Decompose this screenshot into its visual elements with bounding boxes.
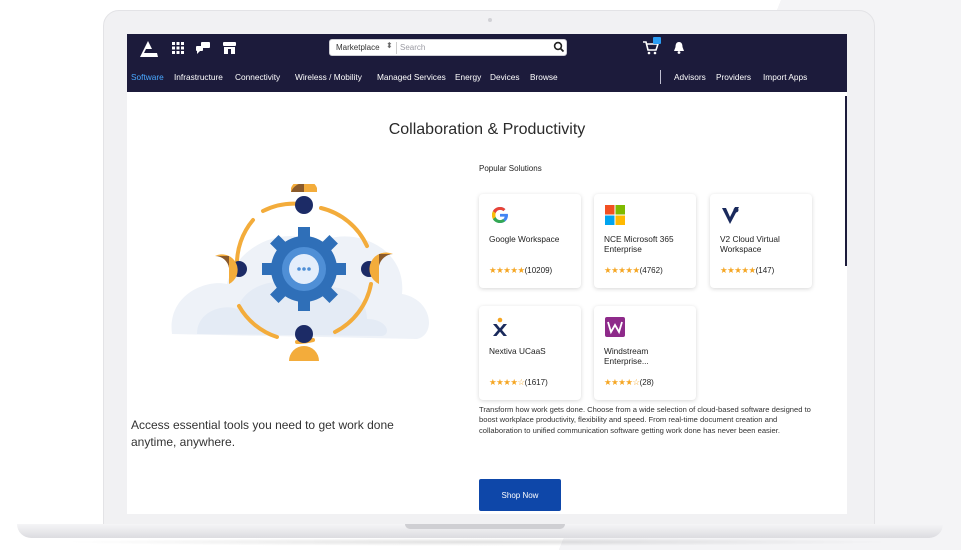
windstream-logo-icon	[605, 317, 625, 337]
solution-card-v2-cloud-virtual-workspace[interactable]: V2 Cloud Virtual Workspace ★★★★★(147)	[710, 194, 812, 288]
app-screen: Marketplace ⬍ Software Infrastructure	[127, 34, 847, 514]
nav-connectivity[interactable]: Connectivity	[235, 72, 280, 82]
nav-devices[interactable]: Devices	[490, 72, 520, 82]
section-description: Transform how work gets done. Choose fro…	[479, 405, 811, 435]
popular-solutions-heading: Popular Solutions	[479, 164, 542, 173]
solution-rating: ★★★★★(147)	[720, 265, 774, 276]
nav-infrastructure[interactable]: Infrastructure	[174, 72, 223, 82]
solution-rating: ★★★★☆(28)	[604, 377, 654, 388]
solution-card-nce-microsoft-365-enterprise[interactable]: NCE Microsoft 365 Enterprise ★★★★★(4762)	[594, 194, 696, 288]
rating-stars: ★★★★★	[720, 265, 756, 275]
cart-badge	[653, 37, 661, 44]
nav-wireless-mobility[interactable]: Wireless / Mobility	[295, 72, 362, 82]
nav-providers[interactable]: Providers	[716, 72, 751, 82]
solution-name: V2 Cloud Virtual Workspace	[720, 234, 780, 254]
rating-stars: ★★★★☆	[604, 377, 640, 387]
page-title: Collaboration & Productivity	[388, 121, 586, 138]
page-tagline: Access essential tools you need to get w…	[131, 418, 394, 449]
laptop-camera	[488, 18, 492, 22]
top-navbar: Marketplace ⬍ Software Infrastructure	[127, 34, 847, 92]
search-scope-select[interactable]: Marketplace	[336, 43, 380, 52]
solution-card-windstream-enterprise[interactable]: Windstream Enterprise... ★★★★☆(28)	[594, 306, 696, 400]
search-input[interactable]	[400, 41, 548, 54]
solution-card-google-workspace[interactable]: Google Workspace ★★★★★(10209)	[479, 194, 581, 288]
chat-icon[interactable]	[196, 42, 210, 56]
microsoft-logo-icon	[605, 205, 625, 225]
rating-stars: ★★★★☆	[489, 377, 525, 387]
search-divider	[396, 42, 397, 54]
nav-energy[interactable]: Energy	[455, 72, 481, 82]
nav-import-apps[interactable]: Import Apps	[763, 72, 807, 82]
solution-name: NCE Microsoft 365 Enterprise	[604, 234, 674, 254]
rating-stars: ★★★★★	[489, 265, 525, 275]
laptop-notch	[405, 524, 565, 529]
nav-divider	[660, 70, 661, 84]
solution-card-nextiva-ucaas[interactable]: Nextiva UCaaS ★★★★☆(1617)	[479, 306, 581, 400]
solution-rating: ★★★★★(10209)	[489, 265, 552, 276]
nav-software[interactable]: Software	[131, 72, 164, 82]
background: Marketplace ⬍ Software Infrastructure	[0, 0, 961, 550]
rating-stars: ★★★★★	[604, 265, 640, 275]
chevron-updown-icon[interactable]: ⬍	[386, 41, 393, 50]
solution-rating: ★★★★★(4762)	[604, 265, 663, 276]
solution-rating: ★★★★☆(1617)	[489, 377, 548, 388]
search-bar: Marketplace ⬍	[329, 39, 567, 56]
shop-now-button[interactable]: Shop Now	[479, 479, 561, 511]
rating-count: (1617)	[524, 378, 548, 387]
collaboration-illustration	[171, 184, 429, 361]
apps-grid-icon[interactable]	[171, 42, 185, 56]
nextiva-logo-icon	[493, 317, 507, 336]
solution-name: Windstream Enterprise...	[604, 346, 649, 366]
nav-managed-services[interactable]: Managed Services	[377, 72, 446, 82]
laptop-shadow	[60, 538, 900, 546]
rating-count: (147)	[755, 266, 775, 275]
rating-count: (4762)	[639, 266, 663, 275]
rating-count: (10209)	[524, 266, 553, 275]
brand-logo-icon[interactable]	[138, 40, 160, 58]
store-icon[interactable]	[222, 42, 236, 56]
solution-name: Nextiva UCaaS	[489, 346, 546, 356]
rating-count: (28)	[639, 378, 654, 387]
v2-cloud-logo-icon	[722, 207, 739, 224]
nav-advisors[interactable]: Advisors	[674, 72, 706, 82]
bell-icon[interactable]	[673, 41, 685, 54]
nav-browse[interactable]: Browse	[530, 72, 558, 82]
solution-name: Google Workspace	[489, 234, 560, 244]
google-logo-icon	[492, 207, 508, 223]
search-icon[interactable]	[553, 41, 565, 53]
